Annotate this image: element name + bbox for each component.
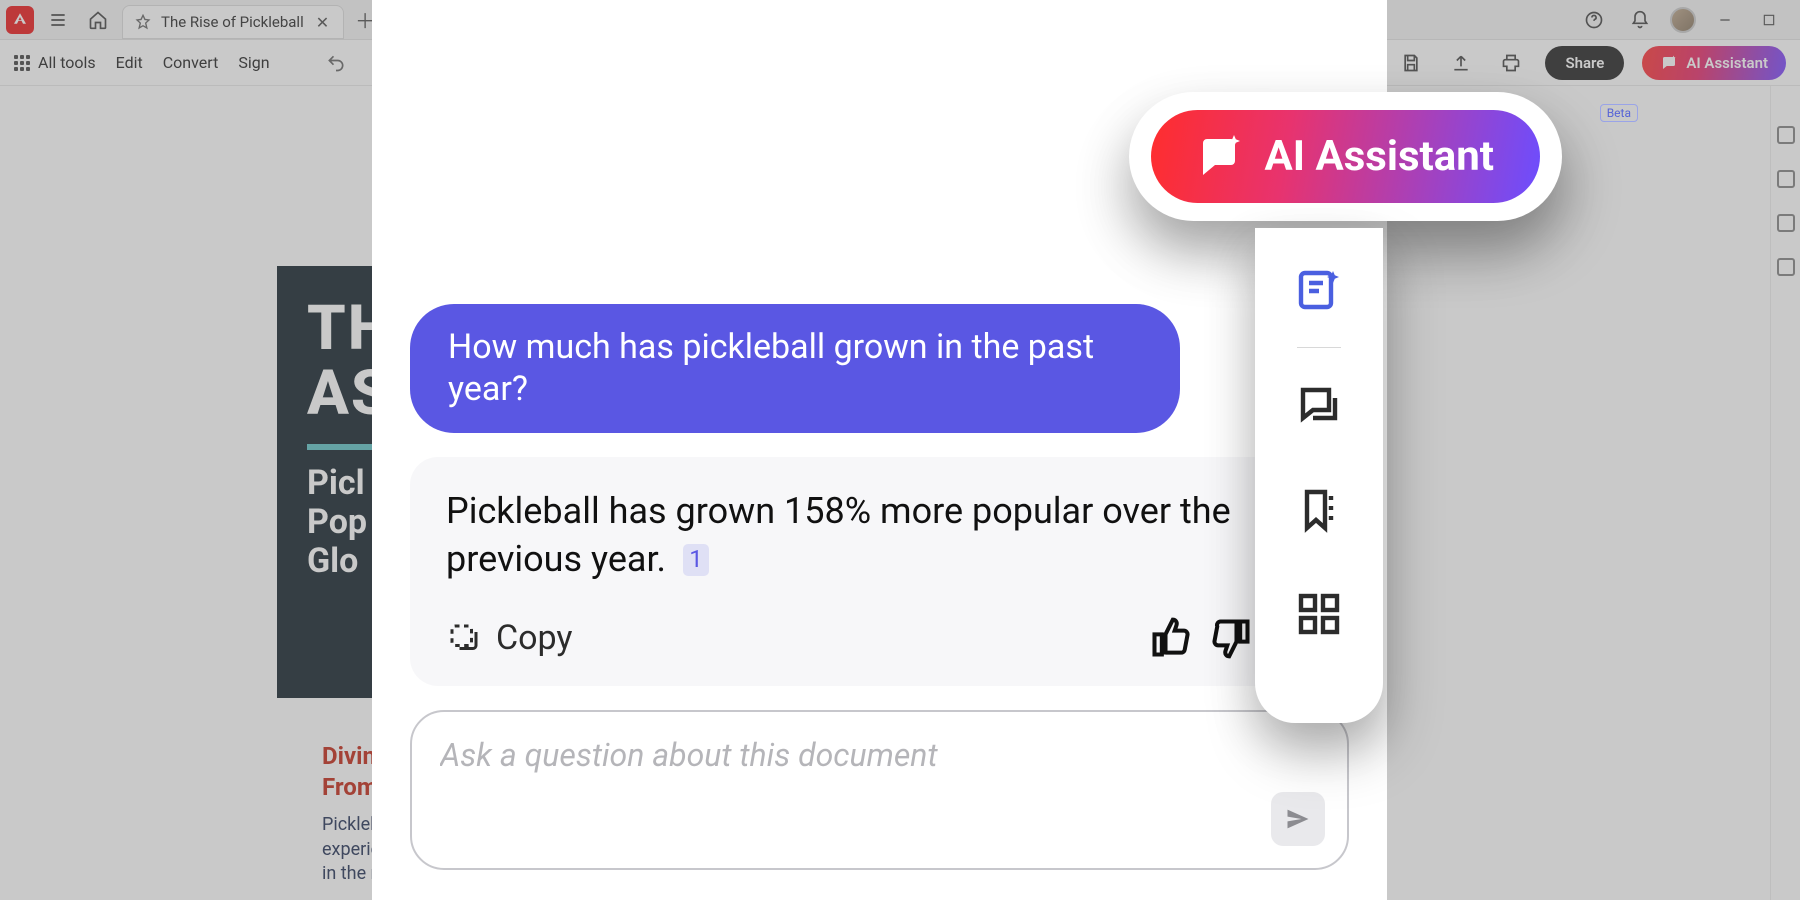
thumbs-down-button[interactable] [1209,616,1253,660]
send-button[interactable] [1271,792,1325,846]
rail-panel-icon[interactable] [1777,170,1795,188]
right-tool-rail [1770,86,1800,900]
chat-input[interactable] [440,736,1319,844]
document-tab[interactable]: The Rise of Pickleball ✕ [122,5,344,39]
copy-label: Copy [496,618,573,658]
send-icon [1284,805,1312,833]
assistant-side-rail [1255,228,1383,723]
ai-assistant-header-card: AI Assistant [1129,92,1562,221]
ai-assistant-panel: AI Assistant How much has pickleball gro… [372,0,1387,900]
ai-response-actions: Copy [446,616,1313,660]
window-maximize-icon[interactable] [1754,8,1784,32]
tab-close-icon[interactable]: ✕ [314,13,331,32]
copy-icon [446,620,482,656]
notifications-icon[interactable] [1624,4,1656,36]
citation-badge[interactable]: 1 [683,544,709,576]
user-message-text: How much has pickleball grown in the pas… [448,327,1094,410]
print-icon[interactable] [1495,47,1527,79]
all-tools-button[interactable]: All tools [14,53,96,72]
beta-badge: Beta [1600,104,1638,122]
all-tools-label: All tools [38,53,96,72]
upload-icon[interactable] [1445,47,1477,79]
help-icon[interactable] [1578,4,1610,36]
edit-button[interactable]: Edit [116,53,143,72]
ai-assistant-toolbar-label: AI Assistant [1686,54,1768,72]
share-button[interactable]: Share [1545,46,1624,80]
ai-response-bubble: Pickleball has grown 158% more popular o… [410,457,1349,686]
rail-panel-icon[interactable] [1777,126,1795,144]
ai-response-text: Pickleball has grown 158% more popular o… [446,487,1313,584]
ai-assistant-pill-label: AI Assistant [1265,132,1494,181]
copy-button[interactable]: Copy [446,618,573,658]
ai-assistant-toolbar-button[interactable]: AI Assistant [1642,46,1786,80]
user-message-bubble: How much has pickleball grown in the pas… [410,304,1180,433]
home-icon[interactable] [82,4,114,36]
undo-icon[interactable] [320,47,352,79]
ai-assistant-pill[interactable]: AI Assistant [1151,110,1540,203]
tab-title: The Rise of Pickleball [161,13,304,31]
sparkle-chat-icon [1660,54,1678,72]
grid-icon [14,55,30,71]
chat-input-container [410,710,1349,870]
rail-panel-icon[interactable] [1777,258,1795,276]
thumbs-up-button[interactable] [1149,616,1193,660]
convert-button[interactable]: Convert [163,53,219,72]
thumbnails-icon[interactable] [1293,588,1345,640]
window-minimize-icon[interactable] [1710,8,1740,32]
generative-summary-icon[interactable] [1293,263,1345,315]
hamburger-menu-icon[interactable] [42,4,74,36]
sign-button[interactable]: Sign [238,53,269,72]
user-avatar[interactable] [1670,7,1696,33]
bookmark-icon[interactable] [1293,484,1345,536]
star-outline-icon [135,14,151,30]
save-icon[interactable] [1395,47,1427,79]
comments-icon[interactable] [1293,380,1345,432]
acrobat-logo-icon [6,6,34,34]
sparkle-chat-icon [1197,133,1245,181]
rail-panel-icon[interactable] [1777,214,1795,232]
